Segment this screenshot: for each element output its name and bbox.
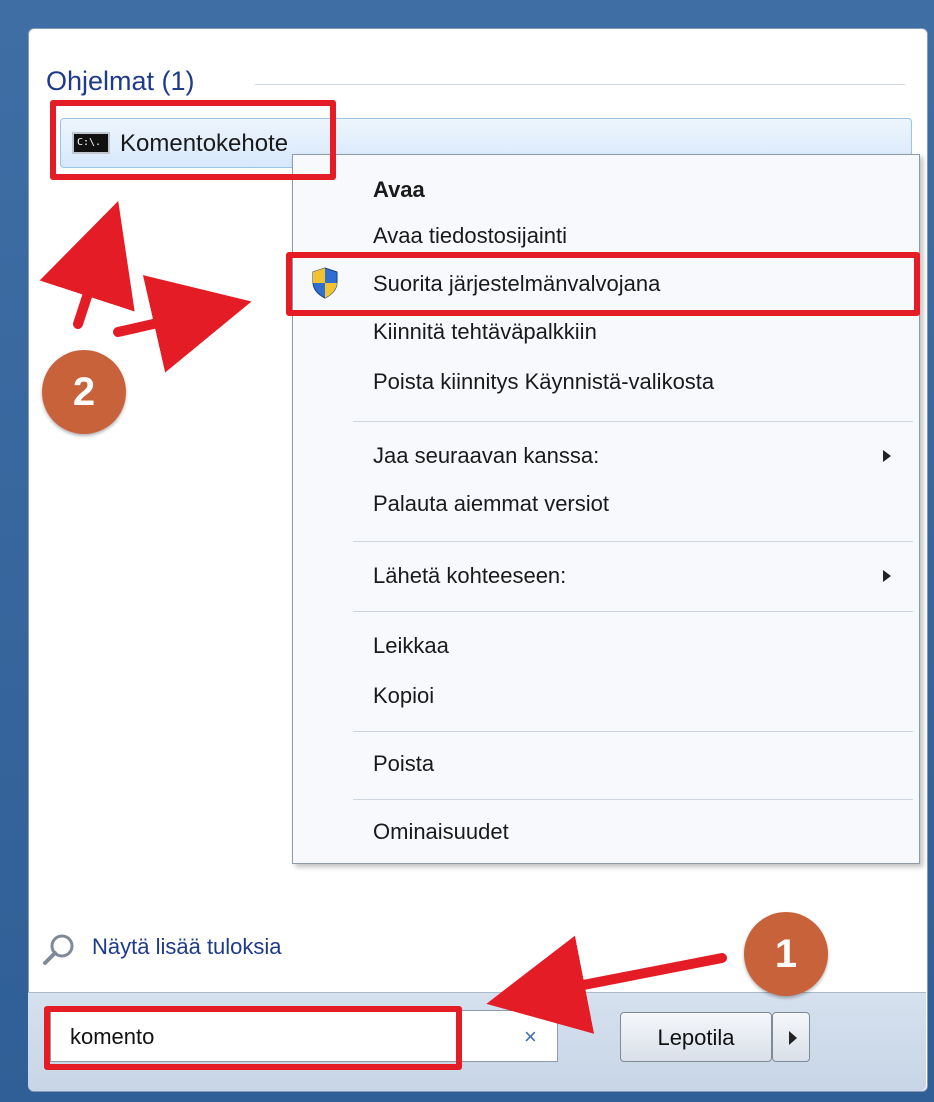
step-1-badge: 1 bbox=[744, 912, 828, 996]
step-2-badge: 2 bbox=[42, 350, 126, 434]
